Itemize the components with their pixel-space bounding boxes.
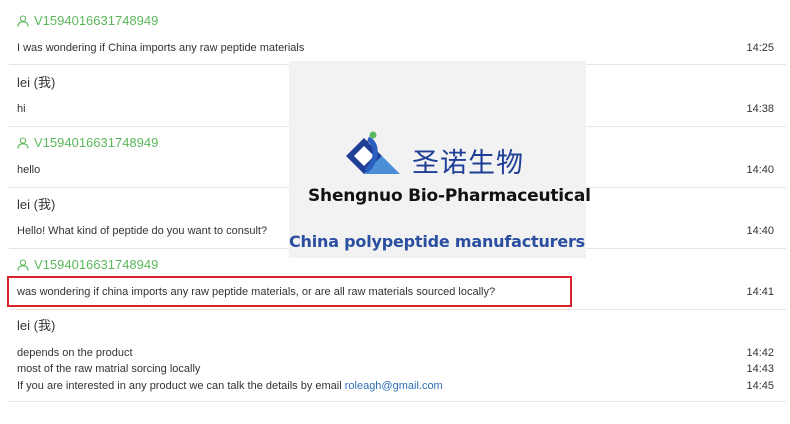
- message-divider: [9, 401, 786, 402]
- message-text: most of the raw matrial sorcing locally: [17, 363, 201, 375]
- message-sender-staff: lei (我): [17, 318, 55, 334]
- message-time: 14:43: [746, 363, 774, 375]
- brand-name-cn: 圣诺生物: [412, 148, 524, 179]
- shengnuo-logo: [346, 131, 400, 174]
- message-text: Hello! What kind of peptide do you want …: [17, 225, 268, 237]
- email-link[interactable]: roleagh@gmail.com: [345, 380, 443, 392]
- message-divider: [9, 309, 786, 310]
- sender-name: V1594016631748949: [34, 13, 159, 28]
- sender-name: lei (我): [17, 75, 56, 90]
- message-sender-staff: lei (我): [17, 75, 55, 91]
- message-sender-visitor: V1594016631748949: [17, 135, 158, 151]
- message-time: 14:25: [746, 42, 774, 54]
- message-text: depends on the product: [17, 347, 133, 359]
- brand-name-en: Shengnuo Bio-Pharmaceutical: [308, 186, 591, 206]
- message-time: 14:40: [746, 164, 774, 176]
- brand-tagline: China polypeptide manufacturers: [289, 232, 585, 251]
- message-sender-visitor: V1594016631748949: [17, 257, 158, 273]
- message-text: hello: [17, 164, 41, 176]
- sender-name: V1594016631748949: [34, 135, 159, 150]
- message-sender-visitor: V1594016631748949: [17, 13, 158, 29]
- message-time: 14:41: [746, 286, 774, 298]
- brand-watermark: 圣诺生物 Shengnuo Bio-Pharmaceutical China p…: [289, 61, 591, 258]
- message-text-body: If you are interested in any product we …: [17, 380, 345, 392]
- sender-name: lei (我): [17, 197, 56, 212]
- message-text: I was wondering if China imports any raw…: [17, 42, 305, 54]
- message-sender-staff: lei (我): [17, 197, 55, 213]
- message-text: If you are interested in any product we …: [17, 379, 443, 393]
- message-time: 14:42: [746, 347, 774, 359]
- sender-name: lei (我): [17, 318, 56, 333]
- message-time: 14:40: [746, 225, 774, 237]
- message-time: 14:45: [746, 380, 774, 392]
- message-text: hi: [17, 103, 26, 115]
- message-text: was wondering if china imports any raw p…: [17, 286, 496, 298]
- sender-name: V1594016631748949: [34, 257, 159, 272]
- message-time: 14:38: [746, 103, 774, 115]
- user-icon: [17, 137, 29, 149]
- user-icon: [17, 15, 29, 27]
- user-icon: [17, 259, 29, 271]
